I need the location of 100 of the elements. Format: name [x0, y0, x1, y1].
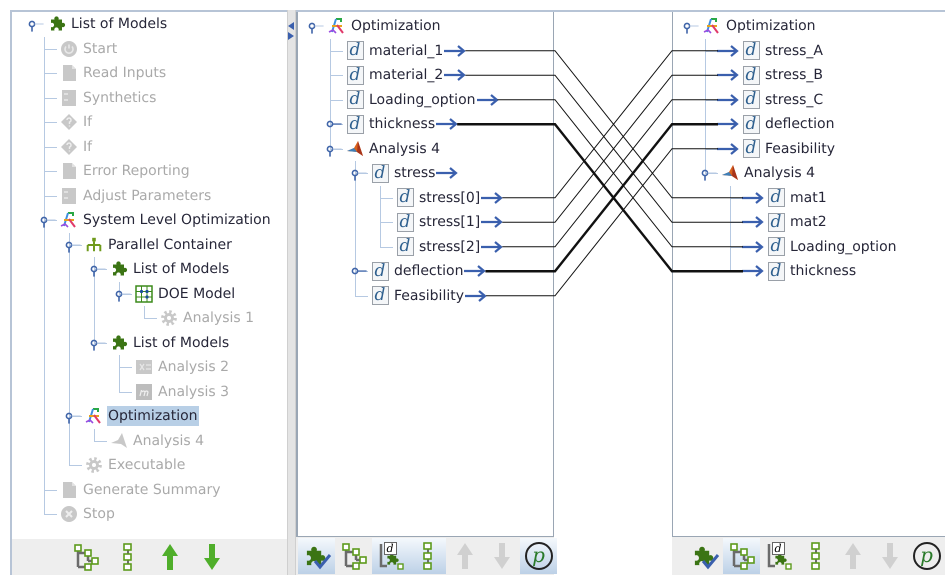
spreadsheet-icon — [135, 358, 153, 376]
tree-item[interactable]: Optimization — [350, 16, 442, 36]
tree-item[interactable]: stress[0] — [418, 188, 482, 208]
cone-icon — [110, 432, 128, 450]
tree-item[interactable]: thickness — [368, 114, 436, 134]
optimization-icon — [85, 407, 103, 426]
expanded-handle[interactable] — [115, 290, 131, 302]
tree-item[interactable]: stress_C — [764, 90, 824, 110]
up-arrow-icon — [456, 542, 474, 570]
hierarchy-icon — [728, 542, 756, 570]
expanded-handle[interactable] — [90, 265, 106, 277]
hierarchy-icon — [72, 543, 100, 571]
variable-icon: d — [346, 66, 364, 85]
up-arrow-icon — [161, 543, 180, 571]
tree-item[interactable]: stress[1] — [418, 212, 482, 232]
arrow-icon — [717, 142, 739, 155]
tree-item[interactable]: stress[2] — [418, 236, 482, 257]
arrow-icon — [742, 265, 764, 278]
arrow-icon — [481, 216, 504, 228]
chain-icon — [122, 543, 134, 571]
tree-item[interactable]: List of Models — [132, 259, 230, 280]
tree-item[interactable]: System Level Optimization — [82, 210, 272, 230]
chain-icon — [810, 542, 822, 570]
tree-item[interactable]: Feasibility — [764, 138, 836, 159]
toolbar-button[interactable] — [409, 538, 446, 574]
variable-icon: d — [742, 66, 760, 85]
math-sheet-icon — [135, 382, 153, 401]
variable-icon: d — [768, 212, 784, 232]
variable-icon: d — [768, 262, 784, 281]
toolbar-button[interactable]: d — [760, 538, 797, 574]
document-icon — [61, 64, 77, 82]
tree-item[interactable]: Analysis 4 — [743, 163, 816, 184]
variable-icon: d — [768, 188, 784, 208]
expanded-handle[interactable] — [701, 169, 717, 181]
variable-icon: d — [384, 542, 396, 555]
expanded-handle[interactable] — [28, 20, 44, 32]
tree-item[interactable]: Optimization — [725, 16, 817, 36]
arrow-icon — [717, 94, 739, 106]
diamond-icon — [60, 113, 78, 132]
tree-item[interactable]: mat1 — [789, 188, 828, 208]
gear-icon — [85, 456, 103, 474]
puzzle-icon — [48, 15, 66, 34]
gear-icon — [160, 309, 178, 328]
expanded-handle[interactable] — [683, 22, 699, 34]
tree-item[interactable]: Parallel Container — [107, 234, 233, 255]
tree-item[interactable]: stress_A — [764, 40, 824, 61]
optimization-icon — [60, 211, 78, 230]
tree-item[interactable]: mat2 — [789, 212, 828, 232]
tree-item[interactable]: deflection — [393, 261, 464, 282]
diamond-icon — [60, 138, 78, 156]
expanded-handle[interactable] — [65, 240, 81, 252]
branching-tree-icon — [85, 236, 103, 254]
up-arrow-icon — [844, 542, 862, 570]
variable-icon: d — [396, 237, 414, 256]
variable-icon: d — [346, 114, 364, 134]
document-icon — [61, 480, 77, 499]
expanded-handle[interactable] — [351, 169, 367, 181]
expanded-handle[interactable] — [65, 412, 81, 424]
expanded-handle[interactable] — [326, 144, 342, 156]
chain-icon — [422, 542, 434, 570]
formula-sheet-icon — [61, 186, 77, 205]
arrow-icon — [476, 94, 499, 106]
expanded-handle[interactable] — [40, 216, 56, 228]
tree-item[interactable]: Optimization — [107, 406, 199, 426]
variable-icon: d — [346, 41, 364, 60]
expanded-handle[interactable] — [90, 338, 106, 350]
variable-icon: d — [346, 90, 364, 110]
arrow-icon — [742, 192, 764, 204]
toolbar-button[interactable]: d — [372, 538, 409, 574]
arrow-icon — [717, 44, 739, 57]
arrow-icon — [717, 69, 739, 82]
tree-item[interactable]: Feasibility — [393, 286, 465, 306]
tree-item[interactable]: List of Models — [132, 332, 230, 353]
arrow-icon — [436, 167, 458, 180]
variable-icon: d — [768, 237, 784, 256]
arrow-icon — [742, 216, 764, 228]
puzzle-icon — [110, 334, 128, 352]
tree-item[interactable]: stress_B — [764, 65, 824, 86]
variable-icon: d — [772, 542, 784, 555]
tree-item[interactable]: material_1 — [368, 40, 444, 61]
tree-item[interactable]: Loading_option — [368, 90, 477, 110]
down-arrow-icon — [492, 542, 510, 570]
arrow-icon — [481, 240, 504, 253]
arrow-icon — [464, 265, 486, 278]
toolbar-button[interactable] — [298, 538, 335, 574]
arrow-icon — [436, 118, 458, 130]
expanded-handle[interactable] — [308, 22, 324, 34]
tree-item[interactable]: stress — [393, 163, 436, 184]
cone-icon — [346, 140, 364, 158]
tree-item[interactable]: deflection — [764, 114, 836, 134]
tree-item[interactable]: thickness — [789, 261, 858, 282]
hierarchy-icon — [340, 542, 368, 570]
optimization-icon — [703, 17, 721, 36]
tree-item[interactable]: DOE Model — [157, 284, 236, 304]
tree-item[interactable]: Loading_option — [789, 236, 898, 257]
toolbar-button[interactable] — [723, 538, 760, 574]
tree-item[interactable]: List of Models — [70, 14, 168, 34]
tree-item[interactable]: Analysis 4 — [368, 138, 442, 159]
tree-item[interactable]: material_2 — [368, 65, 444, 86]
variable-icon: d — [372, 286, 388, 306]
